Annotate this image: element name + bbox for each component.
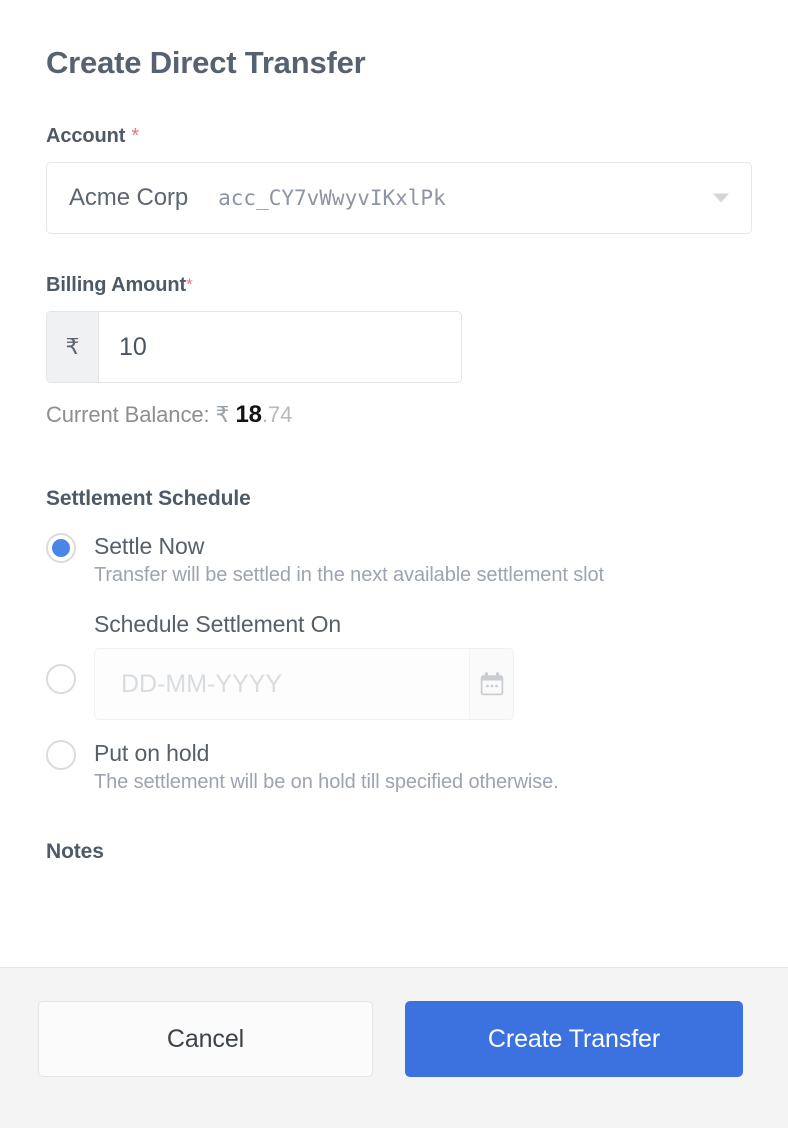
settlement-option-schedule[interactable]: Schedule Settlement On <box>46 611 742 721</box>
put-on-hold-title: Put on hold <box>94 740 210 767</box>
current-balance-integer: 18 <box>235 401 262 429</box>
current-balance: Current Balance: ₹ 18.74 <box>46 401 742 429</box>
settlement-schedule-title: Settlement Schedule <box>46 487 251 511</box>
billing-amount-field-block: Billing Amount* ₹ Current Balance: ₹ 18.… <box>46 274 742 429</box>
schedule-settlement-label: Schedule Settlement On <box>94 611 342 638</box>
dialog-form-body: Create Direct Transfer Account * Acme Cor… <box>0 0 788 968</box>
radio-schedule-settlement[interactable] <box>46 663 76 694</box>
schedule-settlement-wrap: Schedule Settlement On <box>94 611 742 721</box>
chevron-down-icon[interactable] <box>713 193 729 203</box>
calendar-picker-button[interactable] <box>469 649 513 720</box>
account-label: Account * <box>46 125 742 148</box>
billing-amount-required-asterisk: * <box>186 275 193 295</box>
radio-put-on-hold[interactable] <box>46 740 76 771</box>
schedule-date-input[interactable] <box>95 649 469 720</box>
create-transfer-button[interactable]: Create Transfer <box>405 1001 743 1077</box>
settle-now-description: Transfer will be settled in the next ava… <box>94 564 604 587</box>
radio-settle-now[interactable] <box>46 533 76 564</box>
put-on-hold-texts: Put on hold The settlement will be on ho… <box>94 740 742 794</box>
create-direct-transfer-dialog: Create Direct Transfer Account * Acme Cor… <box>0 0 788 1128</box>
account-select[interactable]: Acme Corp acc_CY7vWwyvIKxlPk <box>46 162 752 235</box>
dialog-footer: Cancel Create Transfer <box>0 967 788 1128</box>
account-required-asterisk: * <box>131 125 139 148</box>
page-title: Create Direct Transfer <box>46 45 366 80</box>
rupee-symbol-icon: ₹ <box>47 312 99 383</box>
settlement-option-settle-now[interactable]: Settle Now Transfer will be settled in t… <box>46 533 742 587</box>
settle-now-title: Settle Now <box>94 533 205 560</box>
settlement-option-put-on-hold[interactable]: Put on hold The settlement will be on ho… <box>46 740 742 794</box>
account-field-block: Account * Acme Corp acc_CY7vWwyvIKxlPk <box>46 125 752 235</box>
current-balance-prefix: Current Balance: <box>46 402 210 428</box>
settle-now-texts: Settle Now Transfer will be settled in t… <box>94 533 742 587</box>
account-select-name: Acme Corp <box>69 184 189 212</box>
schedule-date-field[interactable] <box>94 648 514 721</box>
account-label-text: Account <box>46 125 126 148</box>
put-on-hold-description: The settlement will be on hold till spec… <box>94 771 559 794</box>
billing-amount-input[interactable] <box>99 312 461 383</box>
billing-amount-label-text: Billing Amount <box>46 274 187 297</box>
current-balance-currency: ₹ <box>215 402 230 428</box>
account-select-id: acc_CY7vWwyvIKxlPk <box>218 186 446 211</box>
billing-amount-input-group: ₹ <box>46 311 462 384</box>
billing-amount-label: Billing Amount* <box>46 274 742 297</box>
calendar-icon <box>480 672 503 696</box>
current-balance-decimal: .74 <box>261 402 293 428</box>
notes-label: Notes <box>46 840 104 864</box>
cancel-button[interactable]: Cancel <box>38 1001 373 1077</box>
